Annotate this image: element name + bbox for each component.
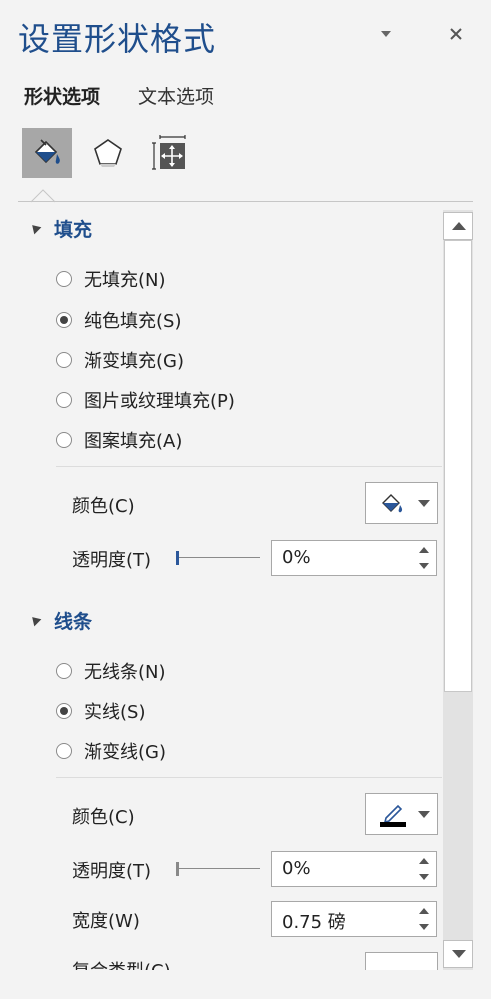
radio-label: 纯色填充(S) — [84, 311, 182, 332]
radio-label: 渐变线(G) — [84, 742, 166, 763]
divider — [18, 201, 473, 202]
spin-down-icon[interactable] — [419, 563, 429, 569]
chevron-down-icon — [418, 500, 430, 507]
category-pointer — [31, 189, 55, 203]
radio-label: 实线(S) — [84, 702, 146, 723]
line-transparency-label: 透明度(T) — [72, 861, 152, 882]
fill-transparency-label: 透明度(T) — [72, 550, 152, 571]
spin-value: 0% — [282, 858, 311, 879]
radio-label: 渐变填充(G) — [84, 351, 184, 372]
fill-line-icon[interactable] — [22, 128, 72, 178]
radio-label: 无填充(N) — [84, 270, 166, 291]
arrow-down-icon — [452, 950, 466, 958]
line-section-title: 线条 — [54, 610, 93, 633]
paint-bucket-icon — [382, 494, 403, 513]
radio-selected-icon — [56, 312, 72, 328]
tab-shape-options[interactable]: 形状选项 — [24, 82, 100, 109]
radio-solid-line[interactable]: 实线(S) — [56, 696, 145, 726]
line-width-input[interactable]: 0.75 磅 — [271, 901, 437, 937]
line-section-header[interactable]: 线条 — [28, 605, 93, 635]
line-color-label: 颜色(C) — [72, 807, 135, 828]
tab-text-options[interactable]: 文本选项 — [138, 82, 214, 109]
line-color-dropdown[interactable] — [365, 793, 438, 835]
spin-down-icon[interactable] — [419, 874, 429, 880]
slider-thumb[interactable] — [176, 862, 179, 876]
radio-icon — [56, 743, 72, 759]
radio-gradient-line[interactable]: 渐变线(G) — [56, 736, 166, 766]
spin-value: 0.75 磅 — [282, 912, 346, 933]
radio-icon — [56, 432, 72, 448]
separator — [56, 466, 442, 467]
collapse-triangle-icon — [28, 221, 42, 235]
radio-gradient-fill[interactable]: 渐变填充(G) — [56, 345, 184, 375]
scroll-up-button[interactable] — [443, 212, 473, 240]
radio-no-line[interactable]: 无线条(N) — [56, 656, 166, 686]
radio-icon — [56, 392, 72, 408]
effects-pentagon-icon[interactable] — [83, 128, 133, 178]
radio-label: 图案填充(A) — [84, 431, 183, 452]
line-transparency-slider[interactable] — [176, 862, 260, 876]
spin-value: 0% — [282, 547, 311, 568]
radio-picture-texture-fill[interactable]: 图片或纹理填充(P) — [56, 385, 235, 415]
spin-up-icon[interactable] — [419, 547, 429, 553]
format-options-scroll-area: 填充 无填充(N) 纯色填充(S) 渐变填充(G) 图片或纹理填充(P) 图案填… — [0, 210, 442, 970]
radio-solid-fill[interactable]: 纯色填充(S) — [56, 305, 181, 335]
separator — [56, 777, 442, 778]
radio-selected-icon — [56, 703, 72, 719]
radio-no-fill[interactable]: 无填充(N) — [56, 264, 166, 294]
vertical-scrollbar[interactable] — [443, 210, 473, 970]
pane-options-chevron-icon[interactable] — [374, 22, 398, 46]
pane-title: 设置形状格式 — [18, 20, 217, 58]
close-icon[interactable] — [444, 22, 468, 46]
radio-label: 无线条(N) — [84, 662, 166, 683]
chevron-down-icon — [418, 811, 430, 818]
scrollbar-thumb[interactable] — [444, 240, 472, 692]
fill-color-dropdown[interactable] — [365, 482, 438, 524]
radio-icon — [56, 271, 72, 287]
spin-up-icon[interactable] — [419, 858, 429, 864]
collapse-triangle-icon — [28, 613, 42, 627]
size-properties-icon[interactable] — [145, 128, 195, 178]
scroll-down-button[interactable] — [443, 940, 473, 968]
radio-label: 图片或纹理填充(P) — [84, 391, 235, 412]
compound-type-dropdown[interactable] — [365, 952, 438, 970]
fill-transparency-input[interactable]: 0% — [271, 540, 437, 576]
line-transparency-input[interactable]: 0% — [271, 851, 437, 887]
radio-icon — [56, 352, 72, 368]
fill-color-label: 颜色(C) — [72, 496, 135, 517]
spin-up-icon[interactable] — [419, 908, 429, 914]
fill-section-header[interactable]: 填充 — [28, 213, 93, 243]
spin-down-icon[interactable] — [419, 924, 429, 930]
fill-section-title: 填充 — [54, 218, 93, 241]
pen-color-icon — [380, 804, 406, 827]
arrow-up-icon — [452, 222, 466, 230]
compound-type-label: 复合类型(C) — [72, 955, 171, 970]
fill-transparency-slider[interactable] — [176, 551, 260, 565]
line-width-label: 宽度(W) — [72, 911, 140, 932]
radio-icon — [56, 663, 72, 679]
slider-thumb[interactable] — [176, 551, 179, 565]
radio-pattern-fill[interactable]: 图案填充(A) — [56, 425, 182, 455]
